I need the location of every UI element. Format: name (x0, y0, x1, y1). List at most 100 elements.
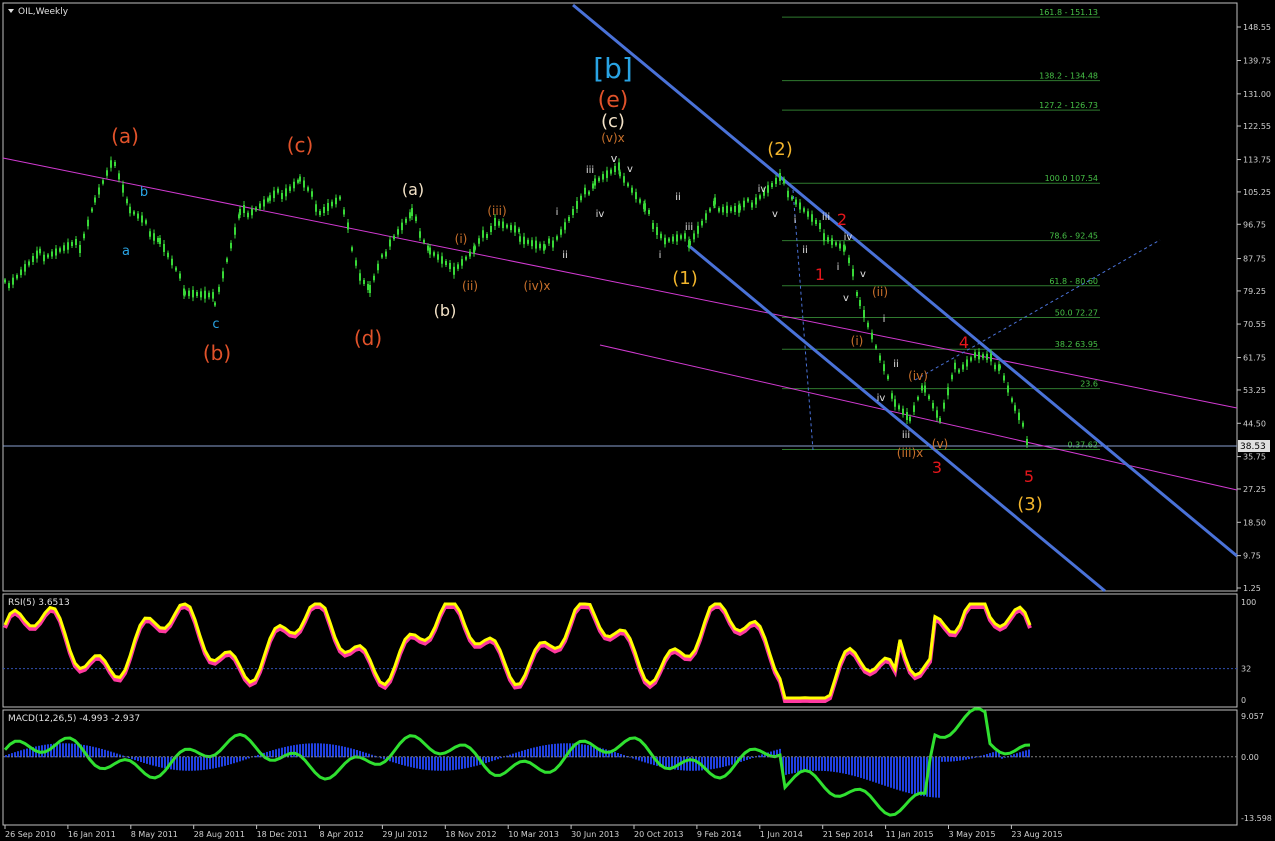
macd-histogram-bar (935, 756, 937, 798)
price-candle-body (359, 273, 361, 281)
price-candle-body (506, 224, 508, 228)
wave-sub-label: i (794, 215, 797, 226)
current-price-value: 38.53 (1240, 442, 1266, 452)
price-candle-body (289, 186, 291, 191)
macd-histogram-bar (314, 743, 316, 758)
price-candle-body (226, 258, 228, 262)
price-candle-body (618, 162, 620, 171)
price-candle-body (783, 178, 785, 184)
price-candle-body (122, 184, 124, 193)
macd-histogram-bar (68, 743, 70, 758)
macd-histogram-bar (332, 744, 334, 758)
macd-histogram-bar (212, 756, 214, 769)
time-axis-label: 30 Jun 2013 (571, 830, 619, 839)
price-candle-body (943, 402, 945, 409)
price-candle-body (602, 174, 604, 180)
price-candle-body (441, 256, 443, 264)
price-candle-body (867, 322, 869, 328)
macd-histogram-bar (842, 756, 844, 774)
wave-sub-label: v (843, 293, 849, 304)
price-axis-label: 87.75 (1243, 255, 1266, 264)
macd-histogram-bar (152, 756, 154, 766)
price-candle-body (1014, 405, 1016, 411)
macd-axis-label: 9.057 (1241, 712, 1264, 721)
wave-sub-label: iii (685, 222, 693, 233)
macd-histogram-bar (563, 743, 565, 758)
macd-histogram-bar (95, 747, 97, 758)
wave-label: (2) (767, 139, 793, 160)
macd-histogram-bar (239, 756, 241, 762)
price-candle-body (668, 238, 670, 242)
price-candle-body (584, 187, 586, 195)
price-candle-body (639, 199, 641, 203)
price-candle-body (259, 203, 261, 209)
price-candle-body (79, 245, 81, 253)
macd-histogram-bar (554, 743, 556, 758)
macd-histogram-bar (161, 756, 163, 768)
price-candle-body (16, 274, 18, 279)
wave-sub-label: iv (844, 232, 853, 243)
price-candle-body (281, 193, 283, 199)
macd-histogram-bar (521, 750, 523, 758)
price-candle-body (251, 208, 253, 216)
price-candle-body (614, 166, 616, 172)
wave-sub-label: ii (802, 245, 808, 256)
wave-sub-label: ii (675, 192, 681, 203)
macd-histogram-bar (308, 743, 310, 758)
wave-label: v (611, 152, 618, 165)
macd-histogram-bar (473, 756, 475, 767)
wave-label: (c) (601, 111, 625, 132)
price-candle-body (367, 284, 369, 290)
price-candle-body (539, 243, 541, 249)
price-axis-label: 9.75 (1243, 552, 1261, 561)
macd-histogram-bar (719, 756, 721, 768)
fib-level-label: 0.37.62 (1067, 440, 1098, 449)
macd-histogram-bar (74, 743, 76, 758)
macd-histogram-bar (629, 756, 631, 758)
price-candle-body (427, 245, 429, 251)
price-candle-body (110, 160, 112, 168)
price-axis-label: 105.25 (1243, 188, 1271, 197)
price-candle-body (739, 205, 741, 211)
wave-sub-label: iii (586, 165, 594, 176)
macd-histogram-bar (176, 756, 178, 771)
price-candle-body (879, 355, 881, 361)
macd-histogram-bar (953, 756, 955, 762)
macd-histogram-bar (65, 743, 67, 758)
macd-histogram-bar (326, 743, 328, 758)
price-candle-body (409, 212, 411, 219)
price-candle-body (39, 248, 41, 254)
macd-histogram-bar (725, 756, 727, 767)
macd-histogram-bar (965, 756, 967, 760)
macd-histogram-bar (815, 756, 817, 771)
macd-histogram-bar (860, 756, 862, 778)
macd-histogram-bar (944, 756, 946, 762)
macd-histogram-bar (467, 756, 469, 768)
macd-histogram-bar (896, 756, 898, 790)
price-candle-body (145, 220, 147, 224)
wave-sub-label: i (556, 207, 559, 218)
price-candle-body (167, 252, 169, 258)
price-candle-body (269, 195, 271, 201)
macd-histogram-bar (977, 756, 979, 758)
macd-histogram-bar (617, 753, 619, 758)
macd-histogram-bar (419, 756, 421, 769)
price-candle-body (970, 357, 972, 361)
macd-histogram-bar (839, 756, 841, 773)
price-candle-body (734, 206, 736, 212)
price-candle-body (684, 233, 686, 239)
chart-canvas: 161.8 - 151.13 138.2 - 134.48 127.2 - 126.… (2, 2, 1272, 839)
price-candle-body (478, 238, 480, 244)
macd-histogram-bar (806, 756, 808, 772)
macd-histogram-bar (878, 756, 880, 784)
price-candle-body (917, 396, 919, 400)
price-candle-body (852, 268, 854, 277)
price-axis-label: 53.25 (1243, 386, 1266, 395)
macd-histogram-bar (491, 756, 493, 762)
price-candle-body (373, 275, 375, 281)
price-candle-body (644, 203, 646, 211)
time-axis-label: 8 May 2011 (131, 830, 178, 839)
time-axis-label: 26 Sep 2010 (5, 830, 56, 839)
price-candle-body (315, 204, 317, 212)
price-candle-body (263, 199, 265, 207)
